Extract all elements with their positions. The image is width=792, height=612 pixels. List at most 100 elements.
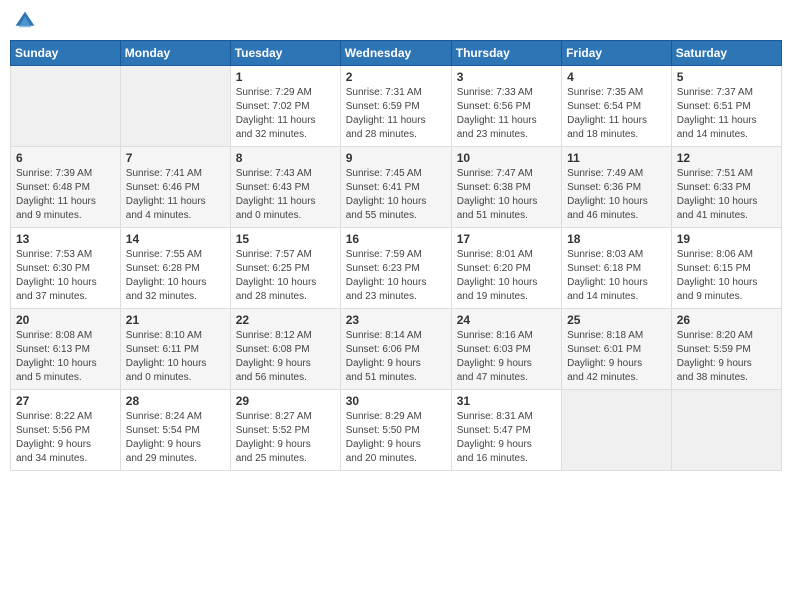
weekday-header: Saturday bbox=[671, 41, 781, 66]
weekday-header: Sunday bbox=[11, 41, 121, 66]
day-number: 15 bbox=[236, 232, 335, 246]
day-detail: Sunrise: 7:39 AM Sunset: 6:48 PM Dayligh… bbox=[16, 167, 115, 223]
day-number: 19 bbox=[677, 232, 776, 246]
day-detail: Sunrise: 7:33 AM Sunset: 6:56 PM Dayligh… bbox=[457, 86, 556, 142]
day-number: 22 bbox=[236, 313, 335, 327]
calendar-cell: 9 Sunrise: 7:45 AM Sunset: 6:41 PM Daylig… bbox=[340, 147, 451, 228]
day-detail: Sunrise: 7:37 AM Sunset: 6:51 PM Dayligh… bbox=[677, 86, 776, 142]
calendar-cell: 19 Sunrise: 8:06 AM Sunset: 6:15 PM Dayli… bbox=[671, 228, 781, 309]
day-detail: Sunrise: 8:27 AM Sunset: 5:52 PM Dayligh… bbox=[236, 410, 335, 466]
day-detail: Sunrise: 8:06 AM Sunset: 6:15 PM Dayligh… bbox=[677, 248, 776, 304]
day-number: 16 bbox=[346, 232, 446, 246]
day-number: 31 bbox=[457, 394, 556, 408]
day-number: 23 bbox=[346, 313, 446, 327]
day-detail: Sunrise: 7:53 AM Sunset: 6:30 PM Dayligh… bbox=[16, 248, 115, 304]
day-detail: Sunrise: 7:35 AM Sunset: 6:54 PM Dayligh… bbox=[567, 86, 666, 142]
calendar-cell: 1 Sunrise: 7:29 AM Sunset: 7:02 PM Daylig… bbox=[230, 66, 340, 147]
day-number: 3 bbox=[457, 70, 556, 84]
calendar-cell: 11 Sunrise: 7:49 AM Sunset: 6:36 PM Dayli… bbox=[562, 147, 672, 228]
calendar-cell: 29 Sunrise: 8:27 AM Sunset: 5:52 PM Dayli… bbox=[230, 390, 340, 471]
day-number: 10 bbox=[457, 151, 556, 165]
day-number: 28 bbox=[126, 394, 225, 408]
logo-icon bbox=[14, 10, 36, 32]
page-header bbox=[10, 10, 782, 32]
day-number: 9 bbox=[346, 151, 446, 165]
calendar-week-row: 13 Sunrise: 7:53 AM Sunset: 6:30 PM Dayli… bbox=[11, 228, 782, 309]
day-number: 1 bbox=[236, 70, 335, 84]
day-detail: Sunrise: 7:43 AM Sunset: 6:43 PM Dayligh… bbox=[236, 167, 335, 223]
logo bbox=[14, 10, 40, 32]
day-detail: Sunrise: 8:14 AM Sunset: 6:06 PM Dayligh… bbox=[346, 329, 446, 385]
calendar-cell: 2Sunrise: 7:31 AM Sunset: 6:59 PM Daylig… bbox=[340, 66, 451, 147]
day-detail: Sunrise: 8:01 AM Sunset: 6:20 PM Dayligh… bbox=[457, 248, 556, 304]
day-number: 17 bbox=[457, 232, 556, 246]
day-number: 20 bbox=[16, 313, 115, 327]
day-detail: Sunrise: 8:24 AM Sunset: 5:54 PM Dayligh… bbox=[126, 410, 225, 466]
day-number: 8 bbox=[236, 151, 335, 165]
calendar-cell bbox=[671, 390, 781, 471]
day-detail: Sunrise: 7:47 AM Sunset: 6:38 PM Dayligh… bbox=[457, 167, 556, 223]
day-number: 21 bbox=[126, 313, 225, 327]
day-number: 11 bbox=[567, 151, 666, 165]
day-detail: Sunrise: 8:31 AM Sunset: 5:47 PM Dayligh… bbox=[457, 410, 556, 466]
weekday-header: Wednesday bbox=[340, 41, 451, 66]
calendar-cell: 25 Sunrise: 8:18 AM Sunset: 6:01 PM Dayli… bbox=[562, 309, 672, 390]
calendar-cell: 31 Sunrise: 8:31 AM Sunset: 5:47 PM Dayli… bbox=[451, 390, 561, 471]
day-number: 2 bbox=[346, 70, 446, 84]
day-number: 25 bbox=[567, 313, 666, 327]
day-number: 5 bbox=[677, 70, 776, 84]
day-detail: Sunrise: 8:12 AM Sunset: 6:08 PM Dayligh… bbox=[236, 329, 335, 385]
day-number: 7 bbox=[126, 151, 225, 165]
day-number: 13 bbox=[16, 232, 115, 246]
day-detail: Sunrise: 8:16 AM Sunset: 6:03 PM Dayligh… bbox=[457, 329, 556, 385]
calendar-cell: 8 Sunrise: 7:43 AM Sunset: 6:43 PM Daylig… bbox=[230, 147, 340, 228]
day-detail: Sunrise: 7:29 AM Sunset: 7:02 PM Dayligh… bbox=[236, 86, 335, 142]
day-number: 24 bbox=[457, 313, 556, 327]
day-detail: Sunrise: 8:08 AM Sunset: 6:13 PM Dayligh… bbox=[16, 329, 115, 385]
calendar-cell: 27Sunrise: 8:22 AM Sunset: 5:56 PM Dayli… bbox=[11, 390, 121, 471]
day-detail: Sunrise: 8:18 AM Sunset: 6:01 PM Dayligh… bbox=[567, 329, 666, 385]
calendar-cell: 17 Sunrise: 8:01 AM Sunset: 6:20 PM Dayli… bbox=[451, 228, 561, 309]
day-detail: Sunrise: 7:57 AM Sunset: 6:25 PM Dayligh… bbox=[236, 248, 335, 304]
day-number: 30 bbox=[346, 394, 446, 408]
calendar-cell bbox=[562, 390, 672, 471]
day-number: 12 bbox=[677, 151, 776, 165]
calendar-cell: 22 Sunrise: 8:12 AM Sunset: 6:08 PM Dayli… bbox=[230, 309, 340, 390]
day-detail: Sunrise: 7:51 AM Sunset: 6:33 PM Dayligh… bbox=[677, 167, 776, 223]
day-detail: Sunrise: 8:03 AM Sunset: 6:18 PM Dayligh… bbox=[567, 248, 666, 304]
day-detail: Sunrise: 7:59 AM Sunset: 6:23 PM Dayligh… bbox=[346, 248, 446, 304]
calendar-cell: 26 Sunrise: 8:20 AM Sunset: 5:59 PM Dayli… bbox=[671, 309, 781, 390]
calendar-cell: 21Sunrise: 8:10 AM Sunset: 6:11 PM Dayli… bbox=[120, 309, 230, 390]
day-detail: Sunrise: 8:29 AM Sunset: 5:50 PM Dayligh… bbox=[346, 410, 446, 466]
calendar-cell: 12 Sunrise: 7:51 AM Sunset: 6:33 PM Dayli… bbox=[671, 147, 781, 228]
calendar-cell: 15 Sunrise: 7:57 AM Sunset: 6:25 PM Dayli… bbox=[230, 228, 340, 309]
calendar-cell: 6 Sunrise: 7:39 AM Sunset: 6:48 PM Daylig… bbox=[11, 147, 121, 228]
calendar-cell: 16 Sunrise: 7:59 AM Sunset: 6:23 PM Dayli… bbox=[340, 228, 451, 309]
calendar-week-row: 20 Sunrise: 8:08 AM Sunset: 6:13 PM Dayli… bbox=[11, 309, 782, 390]
calendar-cell: 13 Sunrise: 7:53 AM Sunset: 6:30 PM Dayli… bbox=[11, 228, 121, 309]
calendar-cell: 18 Sunrise: 8:03 AM Sunset: 6:18 PM Dayli… bbox=[562, 228, 672, 309]
weekday-header: Tuesday bbox=[230, 41, 340, 66]
calendar-week-row: 1 Sunrise: 7:29 AM Sunset: 7:02 PM Daylig… bbox=[11, 66, 782, 147]
calendar-cell: 30 Sunrise: 8:29 AM Sunset: 5:50 PM Dayli… bbox=[340, 390, 451, 471]
day-detail: Sunrise: 8:22 AM Sunset: 5:56 PM Dayligh… bbox=[16, 410, 115, 466]
calendar-cell bbox=[120, 66, 230, 147]
calendar-cell bbox=[11, 66, 121, 147]
day-detail: Sunrise: 7:55 AM Sunset: 6:28 PM Dayligh… bbox=[126, 248, 225, 304]
day-number: 14 bbox=[126, 232, 225, 246]
day-detail: Sunrise: 7:49 AM Sunset: 6:36 PM Dayligh… bbox=[567, 167, 666, 223]
calendar-cell: 7 Sunrise: 7:41 AM Sunset: 6:46 PM Daylig… bbox=[120, 147, 230, 228]
day-detail: Sunrise: 7:41 AM Sunset: 6:46 PM Dayligh… bbox=[126, 167, 225, 223]
day-number: 26 bbox=[677, 313, 776, 327]
calendar-week-row: 27Sunrise: 8:22 AM Sunset: 5:56 PM Dayli… bbox=[11, 390, 782, 471]
calendar-cell: 5 Sunrise: 7:37 AM Sunset: 6:51 PM Daylig… bbox=[671, 66, 781, 147]
day-detail: Sunrise: 8:20 AM Sunset: 5:59 PM Dayligh… bbox=[677, 329, 776, 385]
calendar-cell: 28 Sunrise: 8:24 AM Sunset: 5:54 PM Dayli… bbox=[120, 390, 230, 471]
day-detail: Sunrise: 7:45 AM Sunset: 6:41 PM Dayligh… bbox=[346, 167, 446, 223]
day-number: 18 bbox=[567, 232, 666, 246]
day-number: 6 bbox=[16, 151, 115, 165]
day-number: 29 bbox=[236, 394, 335, 408]
calendar-table: SundayMondayTuesdayWednesdayThursdayFrid… bbox=[10, 40, 782, 471]
calendar-cell: 20 Sunrise: 8:08 AM Sunset: 6:13 PM Dayli… bbox=[11, 309, 121, 390]
calendar-cell: 24 Sunrise: 8:16 AM Sunset: 6:03 PM Dayli… bbox=[451, 309, 561, 390]
